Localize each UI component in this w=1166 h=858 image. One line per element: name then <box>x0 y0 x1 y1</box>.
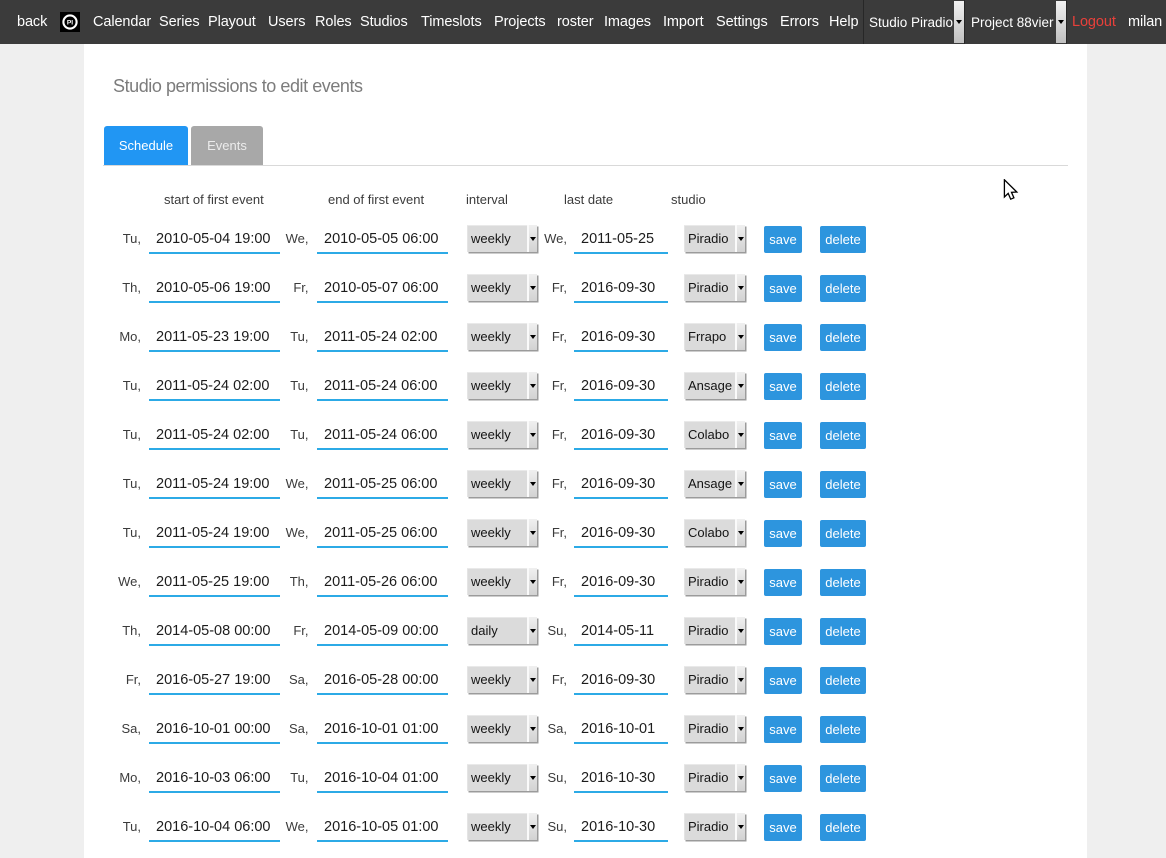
svg-text:PI: PI <box>67 20 73 27</box>
